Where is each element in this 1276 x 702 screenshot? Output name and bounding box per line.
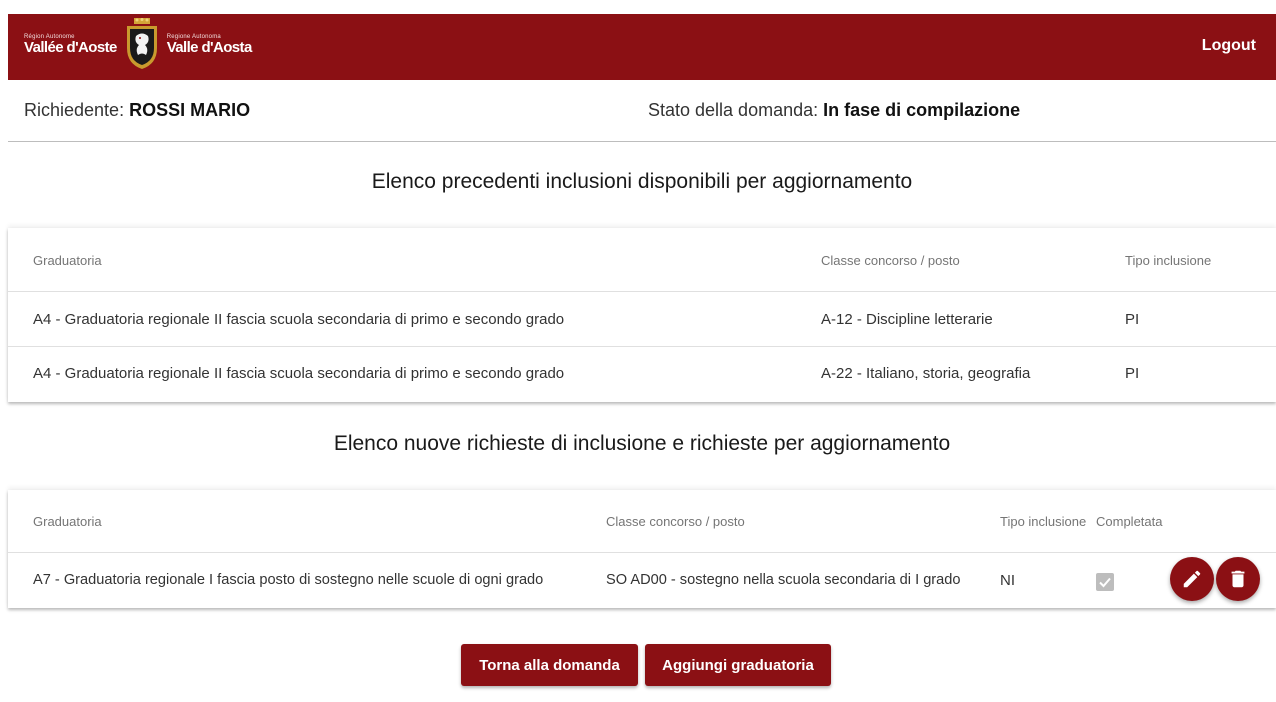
completed-checkbox — [1096, 573, 1114, 591]
column-header-tipo: Tipo inclusione — [1125, 253, 1212, 268]
status-value: In fase di compilazione — [823, 100, 1021, 120]
cell-tipo: NI — [1000, 572, 1015, 589]
cell-classe: A-12 - Discipline letterarie — [821, 311, 993, 328]
applicant-label: Richiedente: — [24, 100, 125, 120]
table-row[interactable]: A7 - Graduatoria regionale I fascia post… — [8, 553, 1276, 608]
table-header: Graduatoria Classe concorso / posto Tipo… — [8, 490, 1276, 553]
section-title-new-requests: Elenco nuove richieste di inclusione e r… — [333, 432, 951, 455]
cell-classe: A-22 - Italiano, storia, geografia — [821, 365, 1031, 382]
crest-icon — [126, 18, 157, 69]
cell-tipo: PI — [1125, 311, 1140, 328]
previous-inclusions-table: Graduatoria Classe concorso / posto Tipo… — [8, 228, 1276, 402]
cell-graduatoria: A7 - Graduatoria regionale I fascia post… — [33, 572, 544, 588]
new-requests-table: Graduatoria Classe concorso / posto Tipo… — [8, 490, 1276, 608]
column-header-classe: Classe concorso / posto — [606, 514, 745, 529]
applicant-info: Richiedente: ROSSI MARIO — [24, 100, 250, 121]
pencil-icon — [1183, 570, 1201, 588]
cell-classe: SO AD00 - sostegno nella scuola secondar… — [606, 572, 961, 588]
app-header: Région Autonome Vallée d'Aoste Regione A… — [8, 14, 1276, 80]
trash-icon — [1231, 570, 1245, 588]
cell-graduatoria: A4 - Graduatoria regionale II fascia scu… — [33, 311, 565, 328]
column-header-tipo: Tipo inclusione — [1000, 514, 1087, 529]
region-logo: Région Autonome Vallée d'Aoste Regione A… — [24, 16, 252, 72]
table-row[interactable]: A4 - Graduatoria regionale II fascia scu… — [8, 347, 1276, 402]
logo-left-title: Vallée d'Aoste — [24, 38, 117, 56]
logout-button[interactable]: Logout — [1202, 37, 1256, 55]
column-header-graduatoria: Graduatoria — [33, 253, 102, 268]
status-label: Stato della domanda: — [648, 100, 819, 120]
check-icon — [1099, 577, 1111, 588]
table-header: Graduatoria Classe concorso / posto Tipo… — [8, 228, 1276, 292]
section-title-previous-inclusions: Elenco precedenti inclusioni disponibili… — [371, 170, 913, 193]
applicant-name: ROSSI MARIO — [129, 100, 251, 120]
logo-right-title: Valle d'Aosta — [166, 38, 253, 56]
cell-tipo: PI — [1125, 365, 1140, 382]
application-info-bar: Richiedente: ROSSI MARIO Stato della dom… — [8, 80, 1276, 142]
edit-button[interactable] — [1170, 557, 1214, 601]
application-status: Stato della domanda: In fase di compilaz… — [648, 100, 1020, 121]
back-to-application-button[interactable]: Torna alla domanda — [461, 644, 638, 686]
table-row[interactable]: A4 - Graduatoria regionale II fascia scu… — [8, 292, 1276, 347]
column-header-graduatoria: Graduatoria — [33, 514, 102, 529]
add-ranking-button[interactable]: Aggiungi graduatoria — [645, 644, 831, 686]
column-header-classe: Classe concorso / posto — [821, 253, 960, 268]
column-header-completata: Completata — [1096, 514, 1163, 529]
delete-button[interactable] — [1216, 557, 1260, 601]
cell-graduatoria: A4 - Graduatoria regionale II fascia scu… — [33, 365, 565, 382]
